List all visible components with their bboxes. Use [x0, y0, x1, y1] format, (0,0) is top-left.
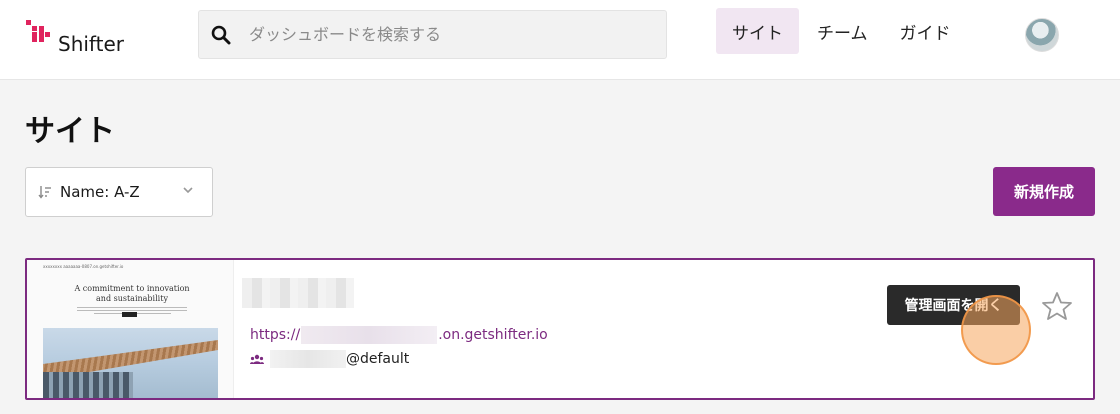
brand-name: Shifter: [58, 32, 124, 56]
thumbnail-button: [122, 312, 137, 317]
shifter-logo[interactable]: Shifter: [25, 18, 124, 56]
site-url-link[interactable]: https:// .on.getshifter.io: [250, 326, 548, 344]
star-icon[interactable]: [1041, 291, 1073, 321]
url-suffix: .on.getshifter.io: [438, 327, 548, 343]
team-name-redacted: [270, 350, 346, 368]
search-box[interactable]: [198, 10, 667, 59]
chevron-down-icon: [183, 187, 193, 194]
team-suffix: @default: [346, 351, 410, 367]
search-input[interactable]: [249, 25, 629, 44]
sort-label: Name: A-Z: [60, 183, 140, 201]
page-title: サイト: [25, 114, 115, 149]
thumbnail-header-text: xxxxxxxx aaaaaaa-0807.on.getshifter.io: [43, 264, 124, 269]
top-header: Shifter サイト チーム ガイド: [0, 0, 1120, 80]
thumbnail-building: [43, 372, 133, 398]
site-name-redacted: [242, 278, 354, 308]
nav-item-sites[interactable]: サイト: [716, 8, 799, 54]
shifter-logo-icon: [26, 20, 50, 42]
thumbnail-headline: A commitment to innovation and sustainab…: [74, 284, 190, 303]
url-prefix: https://: [250, 327, 301, 343]
site-card[interactable]: xxxxxxxx aaaaaaa-0807.on.getshifter.io A…: [25, 258, 1095, 400]
new-site-button[interactable]: 新規作成: [993, 167, 1095, 216]
user-avatar[interactable]: [1025, 18, 1059, 52]
nav-item-team[interactable]: チーム: [801, 8, 884, 54]
nav-item-guide[interactable]: ガイド: [884, 8, 967, 54]
main-nav: サイト チーム ガイド: [716, 8, 967, 54]
sort-dropdown[interactable]: Name: A-Z: [25, 167, 213, 217]
url-redacted: [301, 326, 438, 344]
search-icon: [211, 25, 231, 44]
sort-icon: [38, 186, 51, 199]
site-team: @default: [250, 350, 409, 368]
open-admin-button[interactable]: 管理画面を開く: [887, 285, 1020, 325]
site-thumbnail[interactable]: xxxxxxxx aaaaaaa-0807.on.getshifter.io A…: [27, 260, 234, 398]
team-icon: [250, 354, 264, 364]
